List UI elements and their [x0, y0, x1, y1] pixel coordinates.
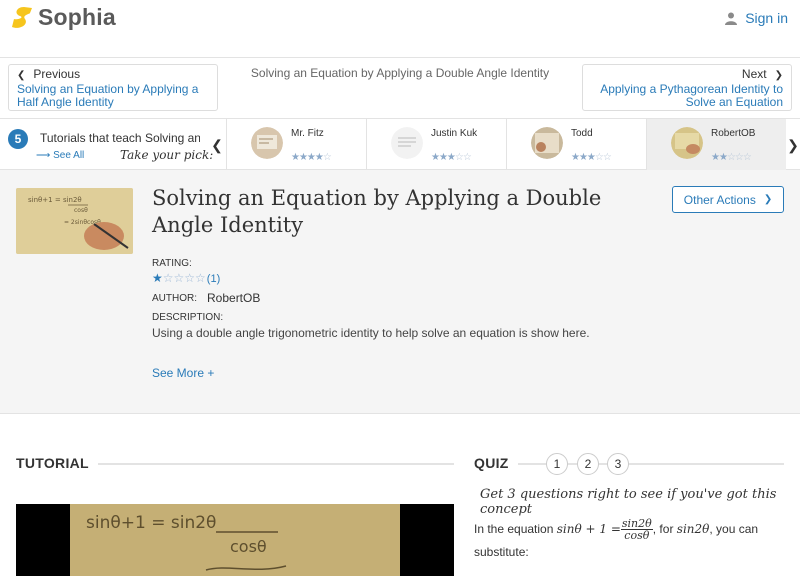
strip-scroll-right-icon[interactable]: ❯ [784, 119, 800, 171]
brand-name: Sophia [38, 4, 116, 30]
star-rating: ★★☆☆☆ [711, 152, 752, 163]
question-fraction: sin2θ cosθ [620, 518, 653, 543]
star-rating: ★★★★☆ [291, 152, 332, 163]
tutor-name: Justin Kuk [431, 128, 478, 139]
see-more-link[interactable]: See More + [152, 366, 214, 380]
tutorial-heading: TUTORIAL [16, 455, 89, 471]
see-all-link[interactable]: ⟶ See All [36, 150, 84, 161]
avatar [391, 127, 423, 159]
tutorial-title: Solving an Equation by Applying a Double… [152, 186, 602, 237]
strip-scroll-left-icon[interactable]: ❮ [208, 119, 226, 171]
other-actions-dropdown[interactable]: Other Actions ❯ [672, 186, 784, 213]
svg-text:cosθ: cosθ [74, 207, 88, 214]
svg-text:sinθ+1 = sin2θ: sinθ+1 = sin2θ [28, 196, 82, 204]
author-label: AUTHOR: [152, 293, 197, 304]
next-tutorial-title[interactable]: Applying a Pythagorean Identity to Solve… [600, 82, 783, 109]
arrow-right-icon: ⟶ [36, 150, 51, 161]
current-tutorial-title: Solving an Equation by Applying a Double… [250, 66, 550, 80]
site-header: Sophia Sign in [0, 0, 800, 58]
tutorial-card-justin-kuk[interactable]: Justin Kuk ★★★☆☆ [366, 119, 506, 171]
star-icon: ★ [152, 271, 163, 285]
tutorial-card-robertob[interactable]: RobertOB ★★☆☆☆ [646, 119, 786, 171]
tutorial-card-todd[interactable]: Todd ★★★☆☆ [506, 119, 646, 171]
quiz-question-3[interactable]: 3 [607, 453, 629, 475]
quiz-question-1[interactable]: 1 [546, 453, 568, 475]
question-term: sin2θ [676, 522, 710, 536]
tutorial-thumbnail[interactable]: sinθ+1 = sin2θ cosθ = 2sinθcosθ [16, 188, 133, 254]
video-equation-line1: sinθ+1 = sin2θ [86, 513, 216, 533]
star-rating: ★★★☆☆ [431, 152, 472, 163]
sophia-logo[interactable]: Sophia [10, 4, 116, 31]
previous-tutorial-link[interactable]: ❮ Previous Solving an Equation by Applyin… [8, 64, 218, 111]
chevron-right-icon: ❯ [774, 70, 783, 81]
sign-in-label: Sign in [745, 10, 788, 26]
tutorial-divider [98, 463, 454, 465]
star-rating: ★★★☆☆ [571, 152, 612, 163]
fraction-denominator: cosθ [624, 529, 650, 543]
question-prefix: In the equation [474, 522, 554, 536]
tutor-name: Mr. Fitz [291, 128, 324, 139]
star-empty-icon: ☆☆☆☆ [162, 271, 206, 285]
tutorial-picker-strip: 5 Tutorials that teach Solving an E ⟶ Se… [0, 118, 800, 171]
tutor-name: Todd [571, 128, 593, 139]
tutorial-video-player[interactable]: sinθ+1 = sin2θ cosθ [16, 504, 454, 576]
rating-stars[interactable]: ★☆☆☆☆(1) [152, 271, 220, 285]
rating-label: RATING: [152, 258, 192, 269]
avatar [531, 127, 563, 159]
tutorial-info-panel: sinθ+1 = sin2θ cosθ = 2sinθcosθ Solving … [0, 170, 800, 414]
avatar [671, 127, 703, 159]
tutorial-count-badge: 5 [8, 129, 28, 149]
tutorial-card-mr-fitz[interactable]: Mr. Fitz ★★★★☆ [226, 119, 366, 171]
description-text: Using a double angle trigonometric ident… [152, 326, 590, 340]
quiz-question-2[interactable]: 2 [577, 453, 599, 475]
rating-count[interactable]: (1) [207, 273, 220, 285]
chevron-left-icon: ❮ [17, 70, 26, 81]
other-actions-label: Other Actions [683, 192, 756, 207]
next-heading: Next ❯ [741, 67, 783, 82]
sign-in-button[interactable]: Sign in [725, 10, 788, 26]
previous-heading: ❮ Previous [17, 67, 81, 82]
user-icon [725, 12, 738, 25]
description-label: DESCRIPTION: [152, 312, 224, 323]
video-equation-line2: cosθ [230, 537, 267, 556]
quiz-heading: QUIZ [474, 455, 509, 471]
chevron-down-icon: ❯ [763, 194, 773, 205]
tutor-name: RobertOB [711, 128, 756, 139]
avatar [251, 127, 283, 159]
previous-tutorial-title[interactable]: Solving an Equation by Applying a Half A… [17, 82, 198, 109]
next-tutorial-link[interactable]: Next ❯ Applying a Pythagorean Identity to… [582, 64, 792, 111]
quiz-question-text: In the equation sinθ + 1 = sin2θ cosθ, for… [474, 518, 774, 563]
take-your-pick-label: Take your pick: [120, 148, 214, 162]
question-lhs: sinθ + 1 = [556, 522, 621, 536]
quiz-subtitle: Get 3 questions right to see if you've g… [480, 487, 777, 517]
tutorial-strip-label: Tutorials that teach Solving an E [40, 131, 200, 145]
question-mid: , for [652, 522, 674, 536]
sophia-logo-icon [12, 6, 32, 28]
author-name[interactable]: RobertOB [207, 291, 260, 305]
